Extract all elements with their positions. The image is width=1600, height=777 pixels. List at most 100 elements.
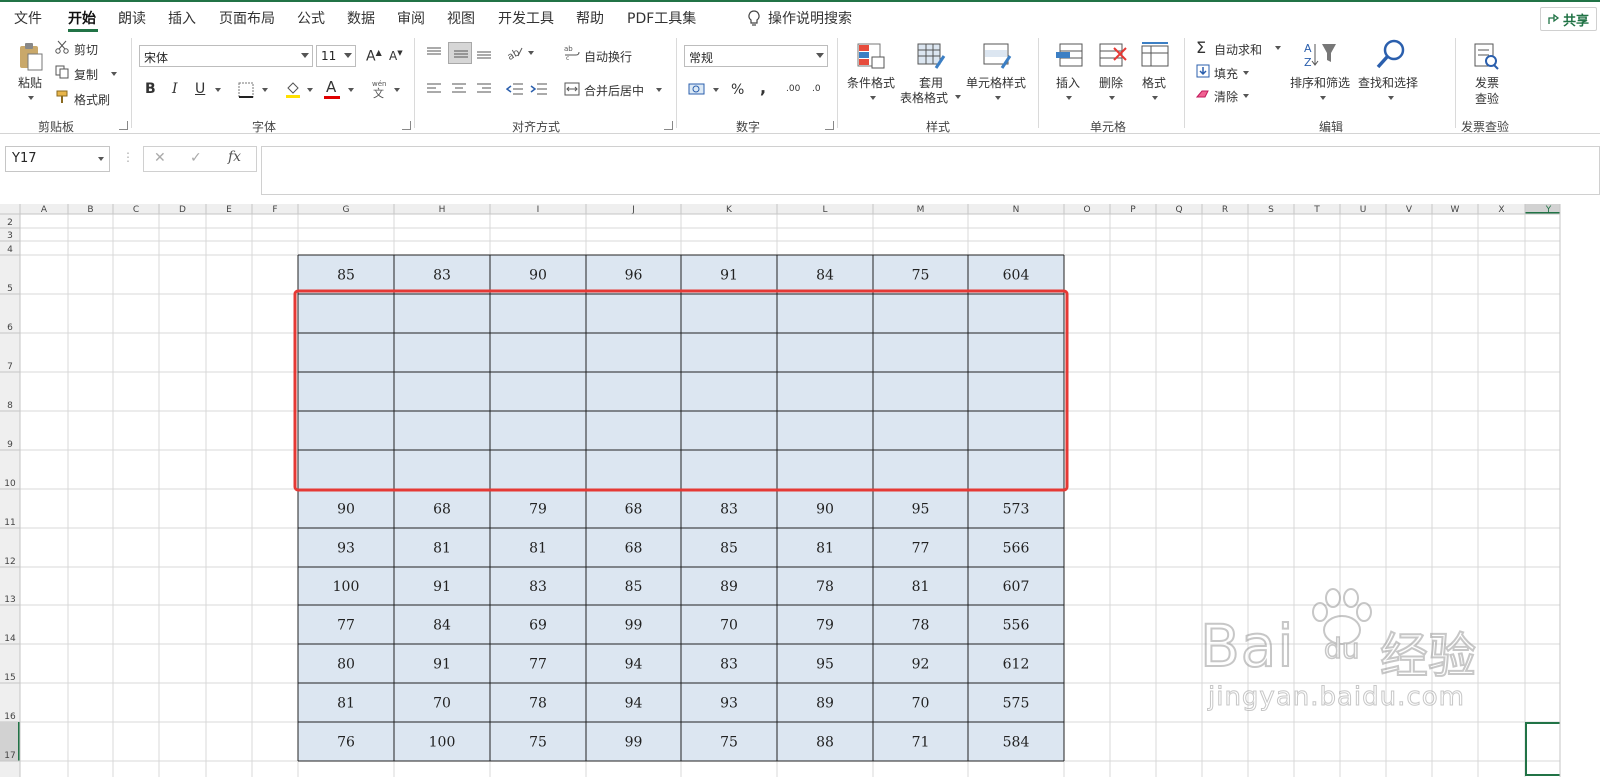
format-dropdown-icon[interactable]	[1152, 96, 1158, 100]
tab-formulas[interactable]: 公式	[297, 8, 325, 28]
fill-color-icon[interactable]	[284, 80, 302, 98]
orientation-icon[interactable]: ab	[506, 44, 524, 60]
row-header-14[interactable]: 14	[4, 634, 16, 644]
enter-icon[interactable]: ✓	[190, 150, 202, 166]
row-header-17[interactable]: 17	[4, 751, 15, 761]
tab-developer[interactable]: 开发工具	[498, 8, 554, 28]
font-name-combo[interactable]: 宋体	[139, 45, 313, 67]
align-left-icon[interactable]	[426, 82, 442, 96]
format-cells-button[interactable]: 格式	[1142, 74, 1166, 91]
table-cell[interactable]: 85	[337, 268, 355, 284]
conditional-dropdown-icon[interactable]	[870, 96, 876, 100]
table-cell[interactable]: 69	[529, 618, 547, 634]
table-cell[interactable]: 607	[1003, 579, 1030, 595]
row-header-15[interactable]: 15	[4, 673, 15, 683]
number-launcher-icon[interactable]	[825, 121, 834, 130]
table-cell[interactable]: 81	[529, 541, 547, 557]
table-cell[interactable]: 78	[529, 696, 547, 712]
share-button[interactable]: 共享	[1540, 7, 1597, 31]
increase-font-icon[interactable]: A▲	[366, 48, 382, 65]
table-cell[interactable]: 89	[720, 579, 738, 595]
find-select-button[interactable]: 查找和选择	[1358, 74, 1418, 91]
tab-read-aloud[interactable]: 朗读	[118, 8, 146, 28]
table-cell[interactable]: 99	[625, 735, 643, 751]
formula-bar-grip[interactable]: ⋮	[122, 150, 134, 164]
table-cell[interactable]: 91	[720, 268, 738, 284]
paste-icon[interactable]	[18, 42, 44, 72]
font-size-combo[interactable]: 11	[316, 45, 356, 67]
table-cell[interactable]: 93	[337, 541, 355, 557]
row-header-8[interactable]: 8	[7, 401, 13, 411]
table-cell[interactable]: 70	[720, 618, 738, 634]
table-cell[interactable]: 79	[816, 618, 834, 634]
delete-dropdown-icon[interactable]	[1109, 96, 1115, 100]
table-cell[interactable]: 75	[912, 268, 930, 284]
clear-dropdown-icon[interactable]	[1243, 94, 1249, 98]
invoice-check-line1[interactable]: 发票	[1475, 74, 1499, 91]
table-cell[interactable]: 93	[720, 696, 738, 712]
copy-dropdown-icon[interactable]	[111, 72, 117, 76]
insert-dropdown-icon[interactable]	[1066, 96, 1072, 100]
table-cell[interactable]: 83	[720, 502, 738, 518]
table-cell[interactable]: 95	[912, 502, 930, 518]
cell-styles-button[interactable]: 单元格样式	[966, 74, 1026, 91]
table-cell[interactable]: 78	[816, 579, 834, 595]
table-cell[interactable]: 75	[529, 735, 547, 751]
table-cell[interactable]: 84	[433, 618, 451, 634]
row-header-12[interactable]: 12	[4, 557, 15, 567]
sort-dropdown-icon[interactable]	[1320, 96, 1326, 100]
table-cell[interactable]: 79	[529, 502, 547, 518]
table-cell[interactable]: 76	[337, 735, 355, 751]
worksheet-grid[interactable]: A B C D E F G H I J K L M N O P Q R S T U V W X Y234567891011121…	[0, 204, 1600, 777]
format-painter-button[interactable]: 格式刷	[74, 91, 110, 108]
table-cell[interactable]: 81	[433, 541, 451, 557]
insert-cells-button[interactable]: 插入	[1056, 74, 1080, 91]
table-cell[interactable]: 68	[625, 502, 643, 518]
table-cell[interactable]: 84	[816, 268, 834, 284]
table-cell[interactable]: 91	[433, 579, 451, 595]
table-cell[interactable]: 90	[816, 502, 834, 518]
increase-decimal-button[interactable]: .00	[786, 84, 800, 94]
row-header-16[interactable]: 16	[4, 712, 16, 722]
phonetic-guide-icon[interactable]: wén文	[371, 79, 387, 99]
table-cell[interactable]: 83	[433, 268, 451, 284]
row-header-9[interactable]: 9	[7, 440, 13, 450]
row-header-11[interactable]: 11	[4, 518, 15, 528]
merge-dropdown-icon[interactable]	[656, 88, 662, 92]
wrap-text-button[interactable]: 自动换行	[584, 48, 632, 65]
name-box[interactable]: Y17	[5, 146, 110, 172]
cut-button[interactable]: 剪切	[74, 41, 98, 58]
align-right-icon[interactable]	[476, 82, 492, 96]
underline-button[interactable]: U	[195, 81, 205, 97]
table-cell[interactable]: 80	[337, 657, 355, 673]
fill-button[interactable]: 填充	[1214, 65, 1238, 82]
table-cell[interactable]: 77	[529, 657, 547, 673]
percent-button[interactable]: %	[731, 82, 744, 98]
format-as-table-line2[interactable]: 表格格式	[900, 89, 948, 106]
row-header-7[interactable]: 7	[7, 362, 13, 372]
table-cell[interactable]: 77	[337, 618, 355, 634]
table-cell[interactable]: 77	[912, 541, 930, 557]
conditional-formatting-button[interactable]: 条件格式	[847, 74, 895, 91]
paste-button[interactable]: 粘贴	[18, 74, 42, 91]
table-cell[interactable]: 100	[429, 735, 456, 751]
row-header-2[interactable]: 2	[7, 218, 13, 228]
invoice-check-line2[interactable]: 查验	[1475, 90, 1499, 107]
increase-indent-icon[interactable]	[530, 81, 548, 97]
table-cell[interactable]: 96	[625, 268, 643, 284]
underline-dropdown-icon[interactable]	[215, 88, 221, 92]
table-cell[interactable]: 556	[1003, 618, 1030, 634]
comma-button[interactable]: ,	[760, 78, 766, 97]
decrease-font-icon[interactable]: A▼	[389, 49, 403, 63]
table-cell[interactable]: 71	[912, 735, 930, 751]
accounting-format-icon[interactable]	[688, 81, 706, 97]
vertical-scroll-area[interactable]	[1560, 204, 1600, 777]
autosum-button[interactable]: 自动求和	[1214, 41, 1262, 58]
sort-filter-button[interactable]: 排序和筛选	[1290, 74, 1350, 91]
table-cell[interactable]: 92	[912, 657, 930, 673]
tab-file[interactable]: 文件	[14, 8, 42, 28]
border-dropdown-icon[interactable]	[262, 88, 268, 92]
table-cell[interactable]: 88	[816, 735, 834, 751]
tab-review[interactable]: 审阅	[397, 8, 425, 28]
delete-cells-button[interactable]: 删除	[1099, 74, 1123, 91]
